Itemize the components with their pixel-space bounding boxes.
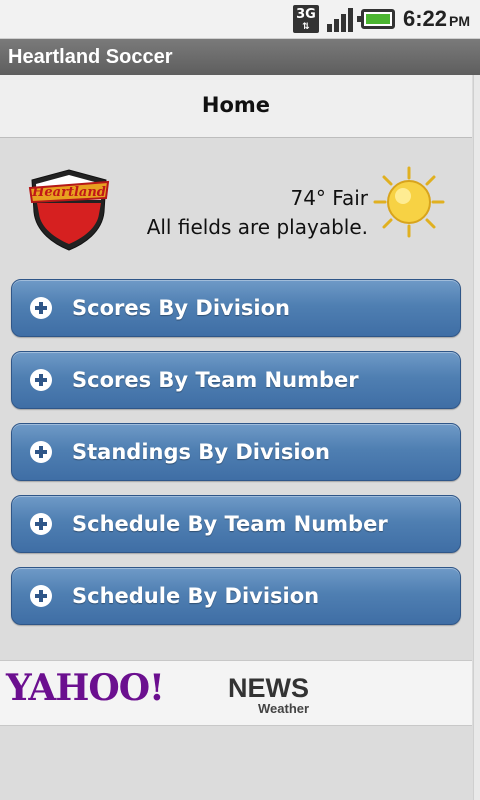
page-header: Home (0, 75, 472, 138)
schedule-by-team-number-button[interactable]: Schedule By Team Number (11, 495, 461, 553)
battery-icon (356, 9, 395, 29)
page-title: Home (201, 93, 271, 117)
plus-icon (30, 369, 52, 391)
scrollbar[interactable] (473, 75, 480, 800)
status-icons: 3G ⇅ 6:22 PM (292, 5, 470, 33)
schedule-by-division-button[interactable]: Schedule By Division (11, 567, 461, 625)
clock-time: 6:22 (402, 6, 447, 31)
network-label: 3G (296, 7, 316, 22)
app-title-bar: Heartland Soccer (0, 39, 480, 75)
menu-item-label: Standings By Division (72, 440, 330, 464)
menu-item-label: Schedule By Division (72, 584, 320, 608)
svg-text:Heartland: Heartland (31, 185, 106, 200)
heartland-logo: Heartland (28, 169, 110, 251)
status-bar: 3G ⇅ 6:22 PM (0, 0, 480, 39)
clock-ampm: PM (449, 13, 470, 29)
3g-icon: 3G ⇅ (292, 5, 319, 33)
yahoo-weather-attribution[interactable]: YAHOO! NEWS Weather (0, 660, 472, 726)
clock: 6:22 PM (403, 6, 470, 32)
menu-item-label: Scores By Team Number (72, 368, 359, 392)
scores-by-division-button[interactable]: Scores By Division (11, 279, 461, 337)
plus-icon (30, 513, 52, 535)
sun-icon (373, 166, 445, 238)
plus-icon (30, 585, 52, 607)
scores-by-team-number-button[interactable]: Scores By Team Number (11, 351, 461, 409)
yahoo-news-label: NEWS (228, 673, 309, 703)
plus-icon (30, 297, 52, 319)
yahoo-weather-label: Weather (258, 701, 310, 716)
yahoo-logo: YAHOO! (6, 667, 165, 709)
weather-text: 74° Fair All fields are playable. (147, 184, 368, 242)
weather-status: All fields are playable. (146, 215, 368, 239)
weather-temperature: 74° Fair (290, 186, 368, 210)
app-title: Heartland Soccer (8, 46, 173, 68)
signal-icon (326, 6, 353, 32)
plus-icon (30, 441, 52, 463)
weather-panel: Heartland 74° Fair All fields are playab… (0, 138, 472, 260)
standings-by-division-button[interactable]: Standings By Division (11, 423, 461, 481)
menu-item-label: Schedule By Team Number (72, 512, 388, 536)
menu-item-label: Scores By Division (72, 296, 291, 320)
